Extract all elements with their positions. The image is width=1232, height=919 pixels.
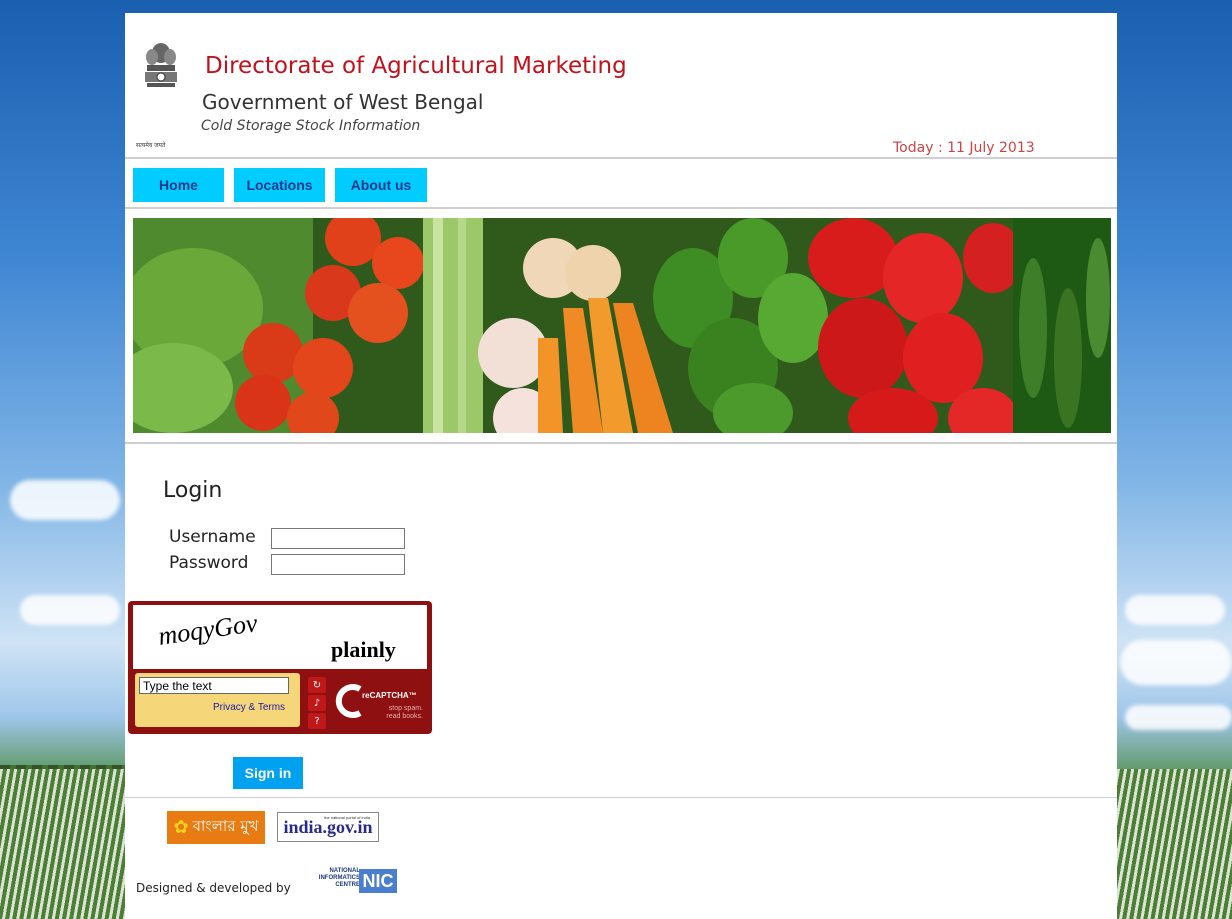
nav-divider (125, 207, 1117, 209)
recaptcha-tagline: stop spam. read books. (373, 705, 423, 721)
recaptcha-tagline-2: read books. (386, 713, 423, 720)
captcha-word-2: plainly (331, 637, 396, 662)
recaptcha-tagline-1: stop spam. (388, 705, 423, 712)
banglar-mukh-icon: ✿ (173, 817, 189, 838)
refresh-icon[interactable]: ↻ (308, 677, 326, 693)
password-input[interactable] (271, 554, 405, 575)
login-heading: Login (163, 478, 223, 503)
india-gov-link[interactable]: the national portal of india india.gov.i… (277, 812, 379, 842)
recaptcha-logo-icon (335, 684, 362, 718)
cloud-decoration (1120, 640, 1232, 685)
sign-in-button[interactable]: Sign in (233, 757, 303, 789)
cloud-decoration (20, 595, 120, 625)
footer-divider (125, 797, 1117, 798)
india-gov-tagline: the national portal of india (324, 815, 370, 820)
nic-name: NATIONAL INFORMATICS CENTRE (318, 868, 360, 888)
state-emblem-icon (145, 43, 177, 87)
site-subtitle: Government of West Bengal (202, 90, 484, 114)
vegetables-banner-image (133, 218, 1111, 433)
banner-divider (125, 442, 1117, 444)
audio-icon[interactable]: ♪ (308, 695, 326, 711)
site-title: Directorate of Agricultural Marketing (205, 53, 627, 79)
captcha-privacy-link[interactable]: Privacy & Terms (213, 702, 285, 713)
captcha-word-1: moqyGov (156, 608, 260, 651)
help-icon[interactable]: ? (308, 713, 326, 729)
cloud-decoration (1125, 705, 1232, 730)
site-tagline: Cold Storage Stock Information (201, 118, 421, 134)
field-decoration (0, 769, 125, 919)
captcha-response-input[interactable] (139, 677, 289, 694)
nav-about-button[interactable]: About us (335, 168, 427, 202)
username-label: Username (169, 527, 256, 547)
captcha-image: moqyGov plainly (133, 605, 427, 669)
nic-logo[interactable]: NIC (359, 869, 397, 893)
recaptcha-brand: reCAPTCHA™ (362, 691, 417, 700)
password-label: Password (169, 553, 249, 573)
banglar-mukh-label: বাংলার মুখ (192, 817, 259, 835)
nav-home-button[interactable]: Home (133, 168, 224, 202)
designed-by-text: Designed & developed by (136, 881, 291, 895)
recaptcha-widget: moqyGov plainly Privacy & Terms ↻ ♪ ? re… (128, 601, 432, 734)
page-container: सत्यमेव जयते Directorate of Agricultural… (125, 13, 1117, 919)
username-input[interactable] (271, 528, 405, 549)
today-date: Today : 11 July 2013 (893, 140, 1035, 156)
banglar-mukh-link[interactable]: ✿ বাংলার মুখ (167, 811, 265, 844)
cloud-decoration (1125, 595, 1225, 625)
cloud-decoration (10, 480, 120, 520)
captcha-input-area: Privacy & Terms (135, 673, 300, 727)
nav-locations-button[interactable]: Locations (234, 168, 325, 202)
header-divider (125, 157, 1117, 159)
field-decoration (1117, 769, 1232, 919)
emblem-motto: सत्यमेव जयते (136, 142, 166, 149)
